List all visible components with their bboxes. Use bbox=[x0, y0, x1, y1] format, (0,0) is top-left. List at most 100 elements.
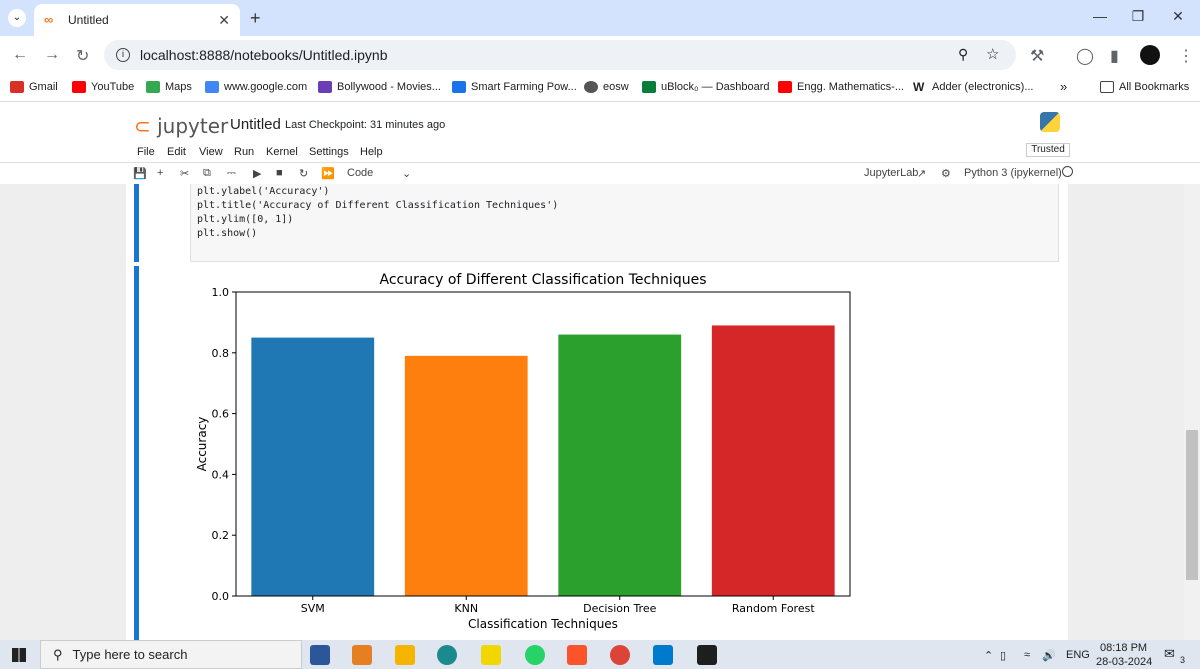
address-bar[interactable]: i localhost:8888/notebooks/Untitled.ipyn… bbox=[104, 40, 1016, 70]
x-axis-label: Classification Techniques bbox=[468, 617, 618, 631]
notebook-title[interactable]: Untitled bbox=[230, 116, 281, 133]
jupyter-header: ⊂ jupyter Untitled Last Checkpoint: 31 m… bbox=[0, 102, 1200, 144]
code-line: plt.ylabel('Accuracy') bbox=[197, 186, 330, 197]
y-tick-label: 0.4 bbox=[212, 468, 230, 481]
back-icon[interactable]: ← bbox=[12, 46, 28, 64]
menu-file[interactable]: File bbox=[137, 146, 155, 158]
add-cell-icon[interactable]: + bbox=[157, 167, 163, 179]
notebook-toolbar: 💾 + ✂ ⧉ ⎓ ▶ ■ ↻ ⏩ Code ⌄ JupyterLab ↗ ⚙ … bbox=[0, 162, 1200, 184]
bookmark-adder[interactable]: W Adder (electronics)... bbox=[913, 81, 1033, 93]
kernel-status-icon bbox=[1062, 166, 1073, 177]
menu-kernel[interactable]: Kernel bbox=[266, 146, 298, 158]
tray-chevron-icon[interactable]: ⌃ bbox=[984, 649, 993, 662]
bookmark-ublock[interactable]: uBlock₀ — Dashboard bbox=[642, 81, 770, 93]
new-tab-button[interactable]: + bbox=[250, 8, 261, 29]
menu-help[interactable]: Help bbox=[360, 146, 383, 158]
file-explorer-icon[interactable] bbox=[395, 645, 415, 665]
language-indicator[interactable]: ENG bbox=[1066, 649, 1090, 661]
bookmark-star-icon[interactable]: ☆ bbox=[986, 45, 999, 63]
python-logo-icon bbox=[1040, 112, 1060, 132]
bookmarks-bar: Gmail YouTube Maps www.google.com Bollyw… bbox=[0, 74, 1200, 102]
battery-icon[interactable]: ▯ bbox=[1000, 649, 1006, 662]
site-info-icon[interactable]: i bbox=[116, 48, 130, 62]
chart-title: Accuracy of Different Classification Tec… bbox=[380, 272, 707, 288]
cell-type-select[interactable]: Code bbox=[347, 167, 373, 179]
jupyter-logo[interactable]: ⊂ jupyter bbox=[134, 114, 228, 138]
notifications-icon[interactable]: ✉ bbox=[1164, 646, 1175, 662]
output-selection-bar[interactable] bbox=[134, 266, 139, 640]
edge-icon[interactable] bbox=[437, 645, 457, 665]
reload-icon[interactable]: ↻ bbox=[76, 46, 89, 66]
vscode-icon[interactable] bbox=[653, 645, 673, 665]
bookmarks-overflow-icon[interactable]: » bbox=[1060, 79, 1067, 94]
x-tick-label: Decision Tree bbox=[583, 602, 656, 615]
chevron-down-icon[interactable]: ⌄ bbox=[402, 167, 411, 180]
save-icon[interactable]: 💾 bbox=[133, 167, 147, 180]
jupyterlab-link[interactable]: JupyterLab bbox=[864, 167, 918, 179]
profile-avatar[interactable] bbox=[1140, 45, 1160, 65]
paint-icon[interactable] bbox=[352, 645, 372, 665]
folder-icon bbox=[1100, 81, 1114, 93]
stop-icon[interactable]: ■ bbox=[276, 167, 283, 179]
whatsapp-icon[interactable] bbox=[525, 645, 545, 665]
extensions-icon[interactable]: ⚒ bbox=[1030, 46, 1044, 66]
clock-time[interactable]: 08:18 PM bbox=[1100, 642, 1147, 654]
menu-run[interactable]: Run bbox=[234, 146, 254, 158]
y-tick-label: 0.2 bbox=[212, 529, 230, 542]
zoom-icon[interactable]: ⚲ bbox=[958, 46, 968, 63]
code-line: plt.title('Accuracy of Different Classif… bbox=[197, 200, 559, 211]
windows-start-icon[interactable] bbox=[12, 648, 26, 662]
accuracy-bar-chart: Accuracy of Different Classification Tec… bbox=[195, 272, 851, 631]
menu-settings[interactable]: Settings bbox=[309, 146, 349, 158]
bookmark-gmail[interactable]: Gmail bbox=[10, 81, 58, 93]
scrollbar-thumb[interactable] bbox=[1186, 430, 1198, 580]
chrome-icon[interactable] bbox=[610, 645, 630, 665]
terminal-icon[interactable] bbox=[697, 645, 717, 665]
paste-icon[interactable]: ⎓ bbox=[227, 167, 236, 180]
bookmark-engg-math[interactable]: Engg. Mathematics-... bbox=[778, 81, 904, 93]
bookmark-google[interactable]: www.google.com bbox=[205, 81, 307, 93]
bookmark-maps[interactable]: Maps bbox=[146, 81, 192, 93]
bar-svm bbox=[251, 337, 375, 596]
search-icon: ⚲ bbox=[53, 646, 63, 662]
bar-random-forest bbox=[711, 325, 835, 596]
bookmark-smart-farming[interactable]: Smart Farming Pow... bbox=[452, 81, 577, 93]
run-icon[interactable]: ▶ bbox=[253, 167, 261, 180]
clock-date[interactable]: 28-03-2024 bbox=[1096, 656, 1152, 668]
tab-close-icon[interactable]: ✕ bbox=[218, 12, 230, 29]
fast-forward-icon[interactable]: ⏩ bbox=[321, 167, 335, 180]
tab-search-icon[interactable]: ⌄ bbox=[8, 9, 26, 27]
url-text: localhost:8888/notebooks/Untitled.ipynb bbox=[140, 47, 388, 63]
trusted-badge[interactable]: Trusted bbox=[1026, 143, 1070, 157]
code-cell-input[interactable]: plt.ylabel('Accuracy') plt.title('Accura… bbox=[190, 184, 1059, 262]
bookmark-eosw[interactable]: eosw bbox=[584, 81, 629, 93]
cell-selection-bar[interactable] bbox=[134, 184, 139, 262]
brave-icon[interactable] bbox=[567, 645, 587, 665]
cut-icon[interactable]: ✂ bbox=[180, 167, 189, 180]
wifi-icon[interactable]: ≈ bbox=[1024, 649, 1030, 661]
ublock-icon bbox=[642, 81, 656, 93]
bookmark-youtube[interactable]: YouTube bbox=[72, 81, 134, 93]
minimize-icon[interactable]: — bbox=[1090, 8, 1110, 24]
browser-tab[interactable]: ∞ Untitled ✕ bbox=[34, 4, 240, 36]
y-tick-label: 0.6 bbox=[212, 408, 230, 421]
sticky-notes-icon[interactable] bbox=[481, 645, 501, 665]
taskbar-search[interactable]: ⚲ Type here to search bbox=[40, 640, 302, 669]
task-view-icon[interactable] bbox=[310, 645, 330, 665]
restore-icon[interactable]: ❐ bbox=[1128, 8, 1148, 25]
side-panel-icon[interactable]: ▮ bbox=[1110, 46, 1119, 66]
extension-icon[interactable]: ◯ bbox=[1076, 46, 1094, 66]
copy-icon[interactable]: ⧉ bbox=[203, 167, 211, 180]
volume-icon[interactable]: 🔊 bbox=[1042, 649, 1056, 662]
more-menu-icon[interactable]: ⋮ bbox=[1178, 46, 1194, 66]
restart-icon[interactable]: ↻ bbox=[299, 167, 308, 180]
gear-icon[interactable]: ⚙ bbox=[941, 167, 951, 180]
code-line: plt.show() bbox=[197, 228, 258, 239]
all-bookmarks[interactable]: All Bookmarks bbox=[1100, 81, 1189, 93]
bookmark-bollywood[interactable]: Bollywood - Movies... bbox=[318, 81, 441, 93]
forward-icon[interactable]: → bbox=[44, 46, 60, 64]
menu-view[interactable]: View bbox=[199, 146, 223, 158]
menu-edit[interactable]: Edit bbox=[167, 146, 186, 158]
window-close-icon[interactable]: ✕ bbox=[1168, 8, 1188, 25]
kernel-name[interactable]: Python 3 (ipykernel) bbox=[964, 167, 1062, 179]
